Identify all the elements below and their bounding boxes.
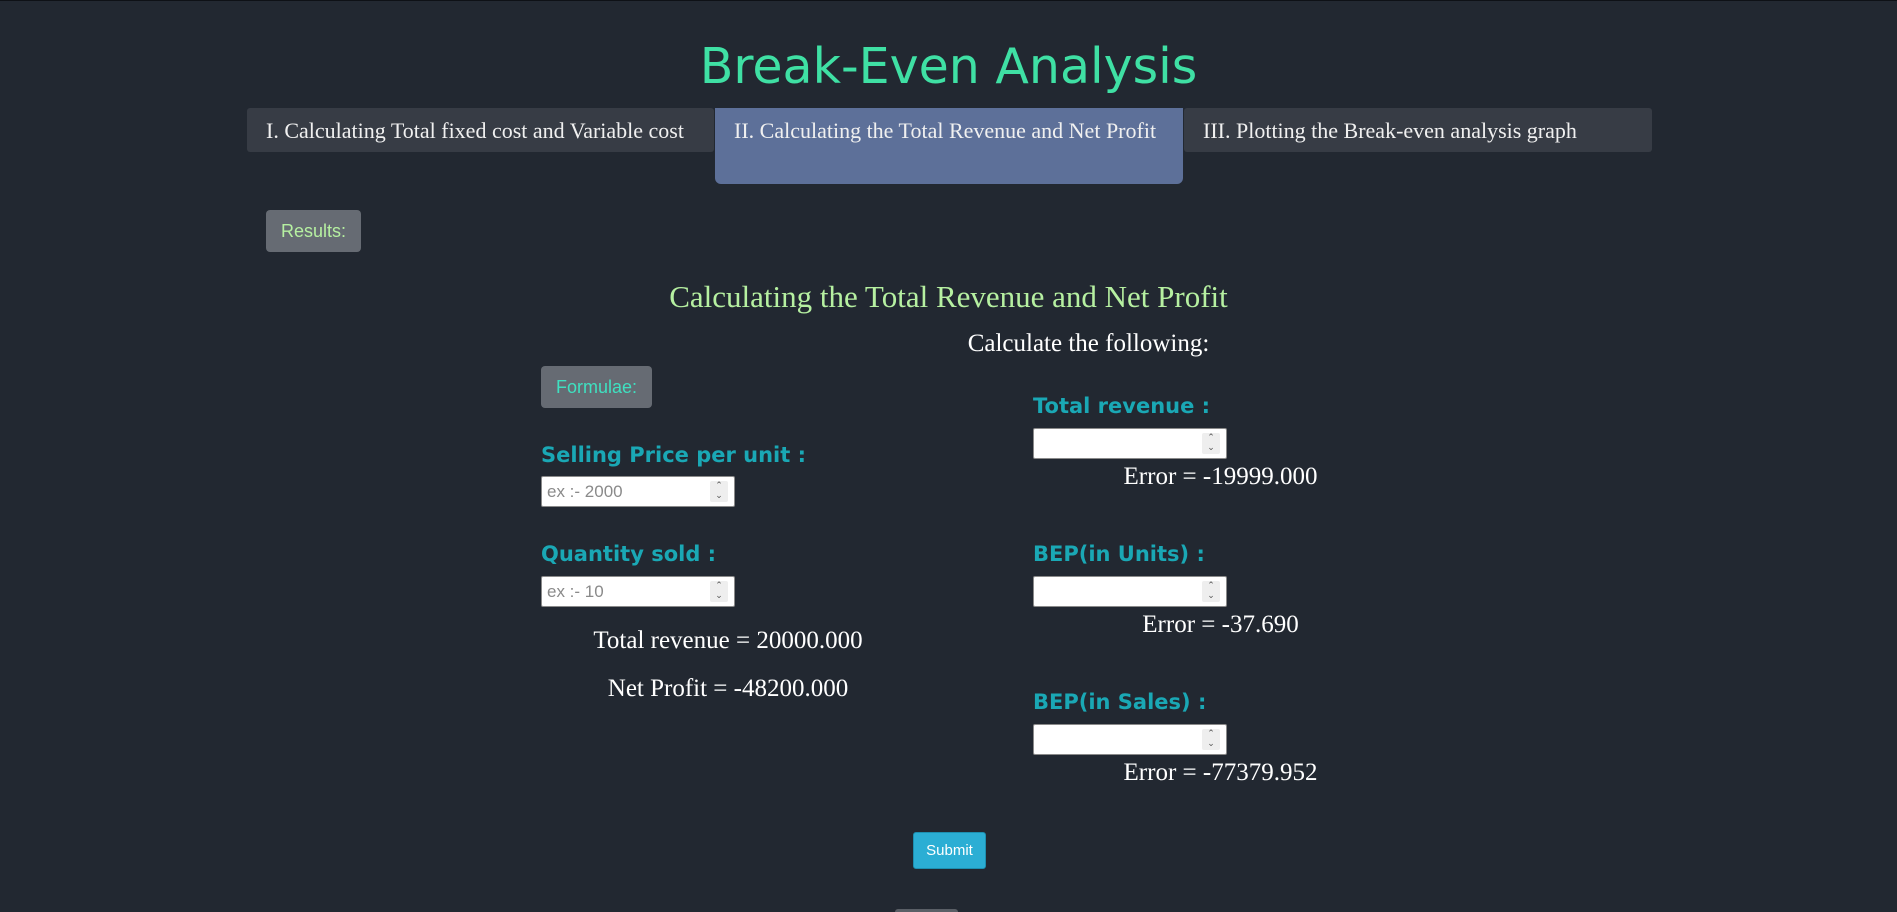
bep-units-input[interactable] bbox=[1034, 577, 1194, 606]
selling-price-input[interactable] bbox=[542, 477, 702, 506]
section-title: Calculating the Total Revenue and Net Pr… bbox=[669, 279, 1228, 314]
selling-price-field[interactable]: ⌃⌄ bbox=[541, 476, 735, 507]
total-revenue-result: Total revenue = 20000.000 bbox=[593, 627, 863, 654]
number-spinner-icon[interactable]: ⌃ ⌄ bbox=[1202, 729, 1220, 750]
bep-sales-field[interactable]: ⌃ ⌄ bbox=[1033, 724, 1227, 755]
tab-fixed-variable-cost[interactable]: I. Calculating Total fixed cost and Vari… bbox=[247, 108, 714, 152]
net-profit-result: Net Profit = -48200.000 bbox=[607, 675, 849, 702]
selling-price-label: Selling Price per unit : bbox=[541, 443, 806, 467]
page-title: Break-Even Analysis bbox=[699, 38, 1198, 95]
calculate-instruction: Calculate the following: bbox=[967, 330, 1210, 357]
results-button[interactable]: Results: bbox=[266, 210, 361, 252]
tab-revenue-net-profit[interactable]: II. Calculating the Total Revenue and Ne… bbox=[715, 108, 1183, 184]
quantity-sold-input[interactable] bbox=[542, 577, 702, 606]
quantity-sold-field[interactable]: ⌃⌄ bbox=[541, 576, 735, 607]
bep-sales-error: Error = -77379.952 bbox=[1123, 759, 1318, 786]
number-spinner-icon[interactable]: ⌃ ⌄ bbox=[1202, 581, 1220, 602]
total-revenue-error: Error = -19999.000 bbox=[1123, 463, 1318, 490]
formulae-button[interactable]: Formulae: bbox=[541, 366, 652, 408]
bep-units-label: BEP(in Units) : bbox=[1033, 542, 1205, 566]
number-spinner-icon[interactable]: ⌃ ⌄ bbox=[710, 581, 728, 602]
total-revenue-answer-field[interactable]: ⌃ ⌄ bbox=[1033, 428, 1227, 459]
submit-button[interactable]: Submit bbox=[913, 832, 986, 869]
total-revenue-answer-input[interactable] bbox=[1034, 429, 1194, 458]
number-spinner-icon[interactable]: ⌃ ⌄ bbox=[710, 481, 728, 502]
bep-sales-label: BEP(in Sales) : bbox=[1033, 690, 1207, 714]
bep-units-error: Error = -37.690 bbox=[1142, 611, 1299, 638]
quantity-sold-label: Quantity sold : bbox=[541, 542, 717, 566]
bep-sales-input[interactable] bbox=[1034, 725, 1194, 754]
number-spinner-icon[interactable]: ⌃ ⌄ bbox=[1202, 433, 1220, 454]
total-revenue-answer-label: Total revenue : bbox=[1033, 394, 1211, 418]
tab-break-even-graph[interactable]: III. Plotting the Break-even analysis gr… bbox=[1184, 108, 1652, 152]
bep-units-field[interactable]: ⌃ ⌄ bbox=[1033, 576, 1227, 607]
